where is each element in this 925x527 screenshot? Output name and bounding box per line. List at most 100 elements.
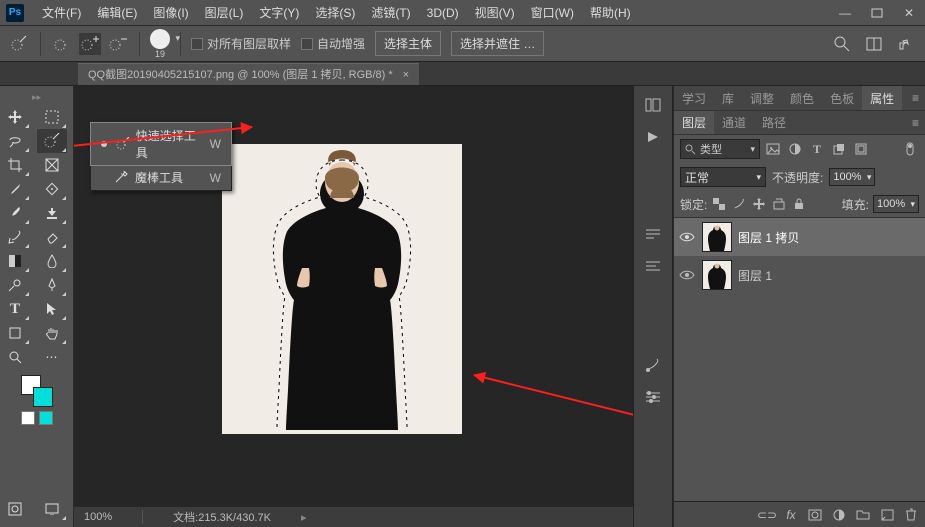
- flyout-magic-wand[interactable]: 魔棒工具 W: [91, 165, 231, 190]
- layer-thumb[interactable]: [702, 260, 732, 290]
- lock-brush-icon[interactable]: [731, 196, 747, 212]
- path-selection-tool[interactable]: [37, 297, 67, 321]
- clone-tool[interactable]: [37, 201, 67, 225]
- play-action-icon[interactable]: [643, 128, 663, 146]
- menu-layer[interactable]: 图层(L): [197, 0, 252, 26]
- tab-color[interactable]: 颜色: [782, 86, 822, 110]
- menu-file[interactable]: 文件(F): [34, 0, 89, 26]
- paragraph-panel-icon[interactable]: [643, 226, 663, 244]
- window-maximize[interactable]: [861, 1, 893, 25]
- close-tab-icon[interactable]: ×: [403, 64, 409, 86]
- hand-tool[interactable]: [37, 321, 67, 345]
- flyout-quick-select[interactable]: 快速选择工具 W: [91, 123, 231, 165]
- blur-tool[interactable]: [37, 249, 67, 273]
- menu-filter[interactable]: 滤镜(T): [363, 0, 418, 26]
- adjustment-icon[interactable]: [831, 507, 847, 523]
- healing-tool[interactable]: [37, 177, 67, 201]
- new-layer-icon[interactable]: [879, 507, 895, 523]
- tab-paths[interactable]: 路径: [754, 111, 794, 134]
- workspace-icon[interactable]: [863, 33, 885, 55]
- crop-tool[interactable]: [0, 153, 30, 177]
- visibility-icon[interactable]: [678, 228, 696, 246]
- tab-library[interactable]: 库: [714, 86, 742, 110]
- lock-artboard-icon[interactable]: [771, 196, 787, 212]
- zoom-level[interactable]: 100%: [84, 511, 112, 523]
- tab-learn[interactable]: 学习: [674, 86, 714, 110]
- panel-menu-icon[interactable]: ≡: [906, 86, 925, 110]
- tab-layers[interactable]: 图层: [674, 111, 714, 134]
- visibility-icon[interactable]: [678, 266, 696, 284]
- group-icon[interactable]: [855, 507, 871, 523]
- subtract-selection-icon[interactable]: [107, 33, 129, 55]
- share-icon[interactable]: [895, 33, 917, 55]
- gradient-tool[interactable]: [0, 249, 30, 273]
- lock-all-icon[interactable]: [791, 196, 807, 212]
- layer-row[interactable]: 图层 1 拷贝: [674, 218, 925, 256]
- layers-menu-icon[interactable]: ≡: [906, 111, 925, 134]
- brush-preset[interactable]: 19: [150, 29, 170, 59]
- window-close[interactable]: ✕: [893, 1, 925, 25]
- menu-select[interactable]: 选择(S): [307, 0, 363, 26]
- zoom-tool[interactable]: [0, 345, 30, 369]
- eraser-tool[interactable]: [37, 225, 67, 249]
- window-minimize[interactable]: —: [829, 1, 861, 25]
- fill-value[interactable]: 100%▾: [873, 195, 919, 213]
- add-selection-icon[interactable]: [79, 33, 101, 55]
- layer-row[interactable]: 图层 1: [674, 256, 925, 294]
- menu-3d[interactable]: 3D(D): [419, 0, 467, 26]
- lock-pixels-icon[interactable]: [711, 196, 727, 212]
- quickmask-icon[interactable]: [0, 497, 30, 521]
- tab-properties[interactable]: 属性: [862, 86, 902, 110]
- filter-smart-icon[interactable]: [852, 140, 870, 158]
- search-icon[interactable]: [831, 33, 853, 55]
- filter-adjust-icon[interactable]: [786, 140, 804, 158]
- filter-shape-icon[interactable]: [830, 140, 848, 158]
- history-brush-tool[interactable]: [0, 225, 30, 249]
- brush-settings-icon[interactable]: [643, 356, 663, 374]
- lasso-tool[interactable]: [0, 129, 30, 153]
- fx-icon[interactable]: fx: [783, 507, 799, 523]
- brush-tool[interactable]: [0, 201, 30, 225]
- filter-type-select[interactable]: 类型▾: [680, 139, 760, 159]
- default-colors-icon[interactable]: [21, 411, 35, 425]
- shape-tool[interactable]: [0, 321, 30, 345]
- tab-channels[interactable]: 通道: [714, 111, 754, 134]
- eyedropper-tool[interactable]: [0, 177, 30, 201]
- canvas-area[interactable]: 快速选择工具 W 魔棒工具 W 100% 文档:215.3K/430.7K ▸: [74, 86, 633, 527]
- filter-type-icon[interactable]: T: [808, 140, 826, 158]
- character-panel-icon[interactable]: [643, 258, 663, 276]
- document-tab[interactable]: QQ截图20190405215107.png @ 100% (图层 1 拷贝, …: [78, 63, 419, 85]
- layer-name[interactable]: 图层 1: [738, 267, 772, 284]
- auto-enhance-checkbox[interactable]: 自动增强: [301, 35, 365, 52]
- marquee-tool[interactable]: [37, 105, 67, 129]
- status-caret-icon[interactable]: ▸: [301, 511, 307, 524]
- menu-window[interactable]: 窗口(W): [523, 0, 582, 26]
- pen-tool[interactable]: [37, 273, 67, 297]
- menu-edit[interactable]: 编辑(E): [89, 0, 145, 26]
- quick-select-tool[interactable]: [37, 129, 67, 153]
- menu-type[interactable]: 文字(Y): [251, 0, 307, 26]
- tab-swatch[interactable]: 色板: [822, 86, 862, 110]
- new-selection-icon[interactable]: [51, 33, 73, 55]
- menu-view[interactable]: 视图(V): [467, 0, 523, 26]
- filter-pixel-icon[interactable]: [764, 140, 782, 158]
- color-swatches[interactable]: [21, 375, 53, 407]
- current-tool-icon[interactable]: [8, 33, 30, 55]
- link-layers-icon[interactable]: ⊂⊃: [759, 507, 775, 523]
- swap-colors-icon[interactable]: [39, 411, 53, 425]
- opacity-value[interactable]: 100%▾: [829, 168, 875, 186]
- frame-tool[interactable]: [37, 153, 67, 177]
- mask-icon[interactable]: [807, 507, 823, 523]
- brush-presets-icon[interactable]: [643, 388, 663, 406]
- toolbox-handle[interactable]: ▸▸: [0, 92, 73, 105]
- edit-toolbar-icon[interactable]: ⋯: [37, 345, 67, 369]
- background-color[interactable]: [33, 387, 53, 407]
- filter-toggle-icon[interactable]: [901, 140, 919, 158]
- menu-help[interactable]: 帮助(H): [582, 0, 639, 26]
- dodge-tool[interactable]: [0, 273, 30, 297]
- delete-layer-icon[interactable]: [903, 507, 919, 523]
- lock-position-icon[interactable]: [751, 196, 767, 212]
- history-panel-icon[interactable]: [643, 96, 663, 114]
- move-tool[interactable]: [0, 105, 30, 129]
- select-subject-button[interactable]: 选择主体: [375, 31, 441, 56]
